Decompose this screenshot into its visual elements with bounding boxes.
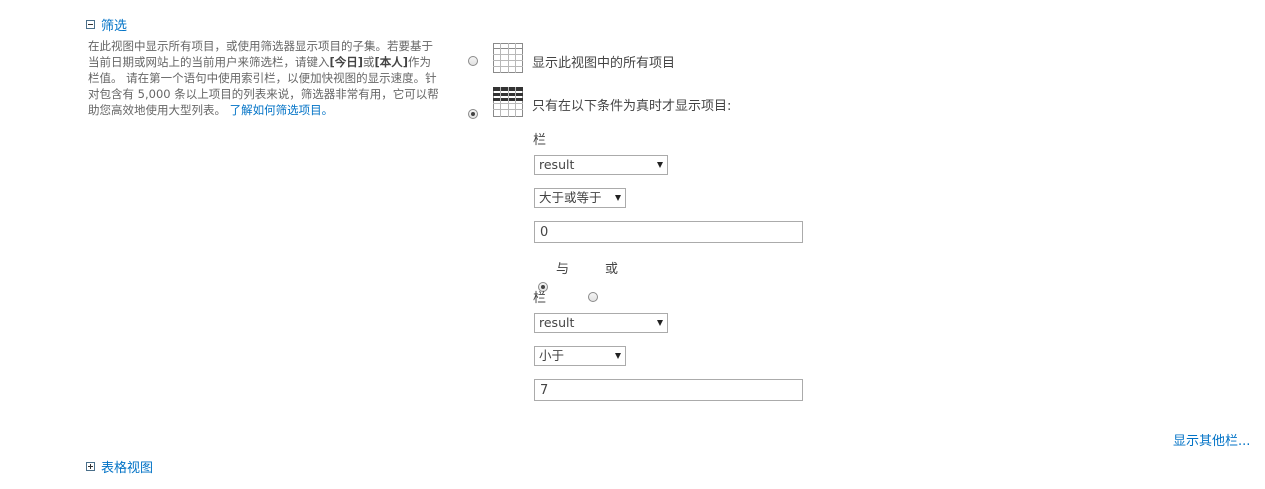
grid-all-icon bbox=[493, 43, 523, 73]
table-view-section-title: 表格视图 bbox=[101, 461, 154, 476]
condition1-operator-value: 大于或等于 bbox=[539, 190, 602, 205]
dropdown-arrow-icon bbox=[615, 195, 621, 201]
filter-description-or: 或 bbox=[363, 55, 375, 69]
condition2-value-input[interactable] bbox=[534, 379, 803, 401]
condition2-column-value: result bbox=[539, 315, 575, 330]
filter-description: 在此视图中显示所有项目，或使用筛选器显示项目的子集。若要基于当前日期或网站上的当… bbox=[88, 38, 440, 118]
dropdown-arrow-icon bbox=[615, 353, 621, 359]
conditional-label: 只有在以下条件为真时才显示项目: bbox=[532, 99, 732, 114]
condition1-value-input[interactable] bbox=[534, 221, 803, 243]
expand-icon[interactable] bbox=[86, 462, 95, 471]
condition2-operator-select[interactable]: 小于 bbox=[534, 346, 626, 366]
and-label: 与 bbox=[556, 262, 570, 277]
show-all-label: 显示此视图中的所有项目 bbox=[532, 56, 676, 71]
dropdown-arrow-icon bbox=[657, 320, 663, 326]
condition1-column-label: 栏 bbox=[533, 133, 547, 148]
filter-description-me: [本人] bbox=[374, 55, 409, 69]
condition2-column-select[interactable]: result bbox=[534, 313, 668, 333]
or-radio[interactable] bbox=[588, 292, 598, 302]
filter-section-header[interactable]: 筛选 bbox=[86, 15, 127, 34]
learn-filter-link[interactable]: 了解如何筛选项目。 bbox=[230, 103, 334, 117]
condition2-operator-value: 小于 bbox=[539, 348, 565, 363]
condition2-column-label: 栏 bbox=[533, 291, 547, 306]
or-label: 或 bbox=[605, 262, 619, 277]
condition1-column-value: result bbox=[539, 157, 575, 172]
show-all-radio[interactable] bbox=[468, 56, 478, 66]
condition1-operator-select[interactable]: 大于或等于 bbox=[534, 188, 626, 208]
collapse-icon[interactable] bbox=[86, 20, 95, 29]
filter-description-today: [今日] bbox=[329, 55, 364, 69]
conditional-radio[interactable] bbox=[468, 109, 478, 119]
dropdown-arrow-icon bbox=[657, 162, 663, 168]
filter-section-title: 筛选 bbox=[101, 19, 128, 34]
table-view-section-header[interactable]: 表格视图 bbox=[86, 457, 153, 476]
show-more-columns-link[interactable]: 显示其他栏... bbox=[1173, 430, 1250, 449]
grid-filter-icon bbox=[493, 87, 523, 117]
condition1-column-select[interactable]: result bbox=[534, 155, 668, 175]
